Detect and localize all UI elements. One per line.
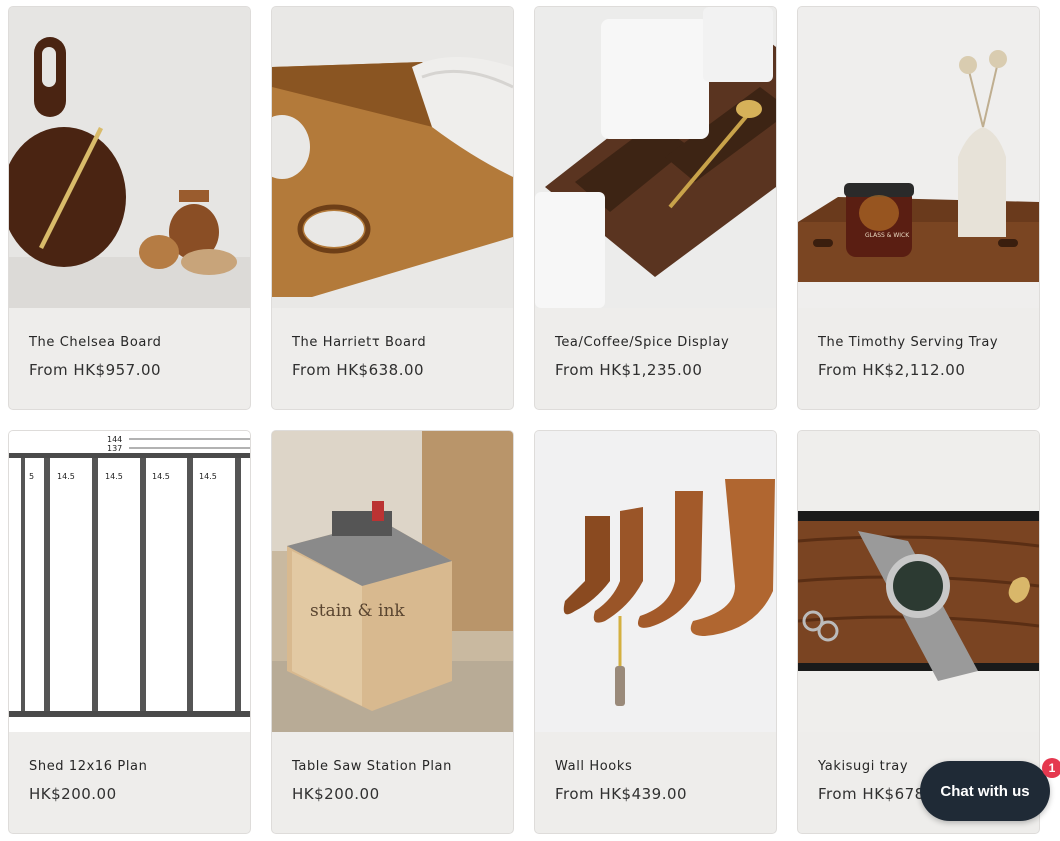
product-title[interactable]: Tea/Coffee/Spice Display bbox=[555, 335, 729, 350]
product-image-chelsea-board[interactable] bbox=[9, 7, 250, 308]
product-card-harriet-board[interactable]: The Harrietτ Board From HK$638.00 bbox=[271, 6, 514, 410]
product-image-timothy-serving-tray[interactable]: GLASS & WICK bbox=[798, 7, 1039, 308]
plan-dim-top2: 137 bbox=[107, 444, 122, 453]
product-card-shed-plan[interactable]: 144 137 5 14.5 14.5 14.5 14.5 Shed 12x16… bbox=[8, 430, 251, 834]
product-title[interactable]: Shed 12x16 Plan bbox=[29, 759, 147, 774]
plan-col-4: 14.5 bbox=[152, 472, 170, 481]
product-image-shed-plan[interactable]: 144 137 5 14.5 14.5 14.5 14.5 bbox=[9, 431, 250, 732]
product-title[interactable]: The Harrietτ Board bbox=[292, 335, 426, 350]
product-card-chelsea-board[interactable]: The Chelsea Board From HK$957.00 bbox=[8, 6, 251, 410]
spice-display-photo bbox=[535, 7, 776, 308]
serving-tray-photo: GLASS & WICK bbox=[798, 7, 1039, 308]
product-grid: The Chelsea Board From HK$957.00 The Har… bbox=[8, 6, 1040, 834]
product-title[interactable]: Yakisugi tray bbox=[818, 759, 908, 774]
shed-plan-drawing: 144 137 5 14.5 14.5 14.5 14.5 bbox=[9, 431, 250, 732]
chat-with-us-button[interactable]: Chat with us bbox=[920, 761, 1050, 821]
harriet-board-photo bbox=[272, 7, 513, 308]
chat-notification-badge: 1 bbox=[1042, 758, 1060, 778]
box-brand-text: stain & ink bbox=[310, 601, 405, 621]
chat-button-label: Chat with us bbox=[940, 782, 1030, 800]
product-title[interactable]: Wall Hooks bbox=[555, 759, 632, 774]
product-image-wall-hooks[interactable] bbox=[535, 431, 776, 732]
product-card-table-saw-station-plan[interactable]: stain & ink Table Saw Station Plan HK$20… bbox=[271, 430, 514, 834]
product-image-harriet-board[interactable] bbox=[272, 7, 513, 308]
plan-col-3: 14.5 bbox=[105, 472, 123, 481]
plan-col-5: 14.5 bbox=[199, 472, 217, 481]
product-title[interactable]: Table Saw Station Plan bbox=[292, 759, 452, 774]
product-price: From HK$439.00 bbox=[555, 785, 688, 803]
product-image-table-saw-station-plan[interactable]: stain & ink bbox=[272, 431, 513, 732]
product-image-yakisugi-tray[interactable] bbox=[798, 431, 1039, 732]
plan-col-1: 5 bbox=[29, 472, 34, 481]
product-title[interactable]: The Timothy Serving Tray bbox=[818, 335, 998, 350]
yakisugi-tray-photo bbox=[798, 431, 1039, 732]
product-title[interactable]: The Chelsea Board bbox=[29, 335, 162, 350]
product-price: From HK$678 bbox=[818, 785, 925, 803]
product-price: From HK$957.00 bbox=[29, 361, 162, 379]
product-card-timothy-serving-tray[interactable]: GLASS & WICK The Timothy Serving Tray Fr… bbox=[797, 6, 1040, 410]
product-price: HK$200.00 bbox=[292, 785, 380, 803]
product-card-wall-hooks[interactable]: Wall Hooks From HK$439.00 bbox=[534, 430, 777, 834]
wall-hooks-photo bbox=[535, 431, 776, 732]
product-image-tea-coffee-spice-display[interactable] bbox=[535, 7, 776, 308]
candle-label: GLASS & WICK bbox=[865, 232, 910, 239]
chelsea-board-photo bbox=[9, 7, 250, 308]
plan-col-2: 14.5 bbox=[57, 472, 75, 481]
product-price: From HK$1,235.00 bbox=[555, 361, 703, 379]
product-price: HK$200.00 bbox=[29, 785, 117, 803]
product-price: From HK$2,112.00 bbox=[818, 361, 966, 379]
plan-dim-top1: 144 bbox=[107, 435, 122, 444]
product-card-tea-coffee-spice-display[interactable]: Tea/Coffee/Spice Display From HK$1,235.0… bbox=[534, 6, 777, 410]
product-price: From HK$638.00 bbox=[292, 361, 425, 379]
table-saw-station-photo: stain & ink bbox=[272, 431, 513, 732]
